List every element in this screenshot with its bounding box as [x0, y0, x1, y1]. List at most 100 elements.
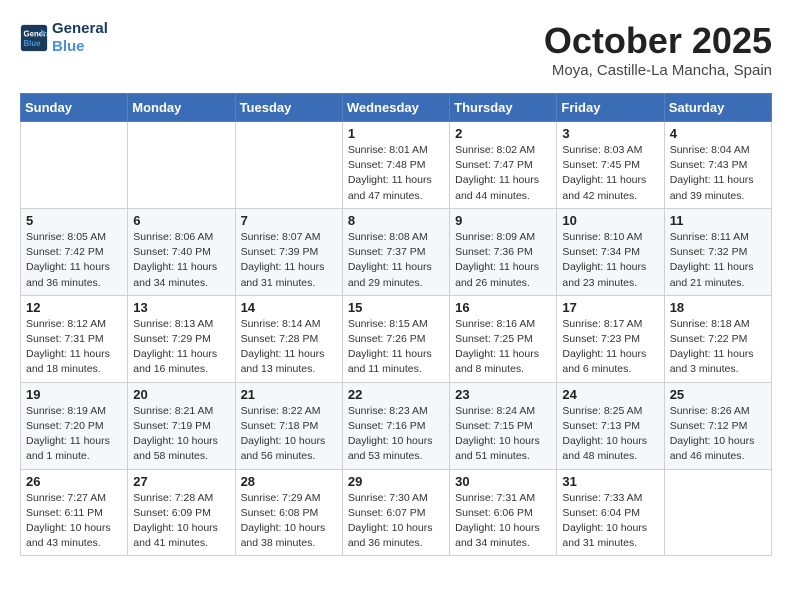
calendar-cell: 28 Sunrise: 7:29 AM Sunset: 6:08 PM Dayli…	[235, 469, 342, 556]
calendar-week-row: 26 Sunrise: 7:27 AM Sunset: 6:11 PM Dayli…	[21, 469, 772, 556]
calendar-cell: 16 Sunrise: 8:16 AM Sunset: 7:25 PM Dayli…	[450, 295, 557, 382]
day-info: Sunrise: 8:15 AM Sunset: 7:26 PM Dayligh…	[348, 317, 444, 378]
day-info: Sunrise: 8:26 AM Sunset: 7:12 PM Dayligh…	[670, 404, 766, 465]
day-number: 1	[348, 126, 444, 141]
calendar-week-row: 19 Sunrise: 8:19 AM Sunset: 7:20 PM Dayli…	[21, 382, 772, 469]
calendar-cell: 31 Sunrise: 7:33 AM Sunset: 6:04 PM Dayli…	[557, 469, 664, 556]
day-info: Sunrise: 8:03 AM Sunset: 7:45 PM Dayligh…	[562, 143, 658, 204]
day-number: 25	[670, 387, 766, 402]
month-title: October 2025	[544, 20, 772, 62]
day-number: 20	[133, 387, 229, 402]
calendar-cell: 1 Sunrise: 8:01 AM Sunset: 7:48 PM Daylig…	[342, 122, 449, 209]
calendar-cell: 30 Sunrise: 7:31 AM Sunset: 6:06 PM Dayli…	[450, 469, 557, 556]
day-number: 15	[348, 300, 444, 315]
day-info: Sunrise: 8:04 AM Sunset: 7:43 PM Dayligh…	[670, 143, 766, 204]
calendar-cell: 25 Sunrise: 8:26 AM Sunset: 7:12 PM Dayli…	[664, 382, 771, 469]
day-info: Sunrise: 8:06 AM Sunset: 7:40 PM Dayligh…	[133, 230, 229, 291]
day-number: 2	[455, 126, 551, 141]
day-number: 7	[241, 213, 337, 228]
day-info: Sunrise: 7:31 AM Sunset: 6:06 PM Dayligh…	[455, 491, 551, 552]
day-info: Sunrise: 7:33 AM Sunset: 6:04 PM Dayligh…	[562, 491, 658, 552]
day-number: 10	[562, 213, 658, 228]
calendar-week-row: 5 Sunrise: 8:05 AM Sunset: 7:42 PM Daylig…	[21, 208, 772, 295]
day-number: 9	[455, 213, 551, 228]
day-number: 12	[26, 300, 122, 315]
day-number: 26	[26, 474, 122, 489]
day-info: Sunrise: 8:18 AM Sunset: 7:22 PM Dayligh…	[670, 317, 766, 378]
day-number: 27	[133, 474, 229, 489]
calendar-cell: 27 Sunrise: 7:28 AM Sunset: 6:09 PM Dayli…	[128, 469, 235, 556]
calendar-cell: 20 Sunrise: 8:21 AM Sunset: 7:19 PM Dayli…	[128, 382, 235, 469]
day-number: 21	[241, 387, 337, 402]
calendar-cell	[21, 122, 128, 209]
day-info: Sunrise: 8:05 AM Sunset: 7:42 PM Dayligh…	[26, 230, 122, 291]
day-info: Sunrise: 7:28 AM Sunset: 6:09 PM Dayligh…	[133, 491, 229, 552]
day-info: Sunrise: 8:09 AM Sunset: 7:36 PM Dayligh…	[455, 230, 551, 291]
day-info: Sunrise: 7:27 AM Sunset: 6:11 PM Dayligh…	[26, 491, 122, 552]
calendar-cell: 3 Sunrise: 8:03 AM Sunset: 7:45 PM Daylig…	[557, 122, 664, 209]
calendar-cell: 4 Sunrise: 8:04 AM Sunset: 7:43 PM Daylig…	[664, 122, 771, 209]
day-number: 28	[241, 474, 337, 489]
day-number: 14	[241, 300, 337, 315]
day-info: Sunrise: 8:02 AM Sunset: 7:47 PM Dayligh…	[455, 143, 551, 204]
day-info: Sunrise: 8:19 AM Sunset: 7:20 PM Dayligh…	[26, 404, 122, 465]
day-number: 19	[26, 387, 122, 402]
calendar-table: SundayMondayTuesdayWednesdayThursdayFrid…	[20, 93, 772, 556]
day-number: 18	[670, 300, 766, 315]
day-info: Sunrise: 7:30 AM Sunset: 6:07 PM Dayligh…	[348, 491, 444, 552]
calendar-cell	[235, 122, 342, 209]
weekday-header: Thursday	[450, 94, 557, 122]
weekday-row: SundayMondayTuesdayWednesdayThursdayFrid…	[21, 94, 772, 122]
day-number: 29	[348, 474, 444, 489]
weekday-header: Friday	[557, 94, 664, 122]
day-number: 11	[670, 213, 766, 228]
calendar-cell: 26 Sunrise: 7:27 AM Sunset: 6:11 PM Dayli…	[21, 469, 128, 556]
page: General Blue General Blue October 2025 M…	[0, 0, 792, 566]
calendar-cell: 5 Sunrise: 8:05 AM Sunset: 7:42 PM Daylig…	[21, 208, 128, 295]
calendar-cell: 21 Sunrise: 8:22 AM Sunset: 7:18 PM Dayli…	[235, 382, 342, 469]
calendar-cell: 15 Sunrise: 8:15 AM Sunset: 7:26 PM Dayli…	[342, 295, 449, 382]
day-info: Sunrise: 8:22 AM Sunset: 7:18 PM Dayligh…	[241, 404, 337, 465]
day-number: 30	[455, 474, 551, 489]
calendar-cell: 17Sunrise: 8:17 AM Sunset: 7:23 PM Dayli…	[557, 295, 664, 382]
day-number: 31	[562, 474, 658, 489]
weekday-header: Wednesday	[342, 94, 449, 122]
day-info: Sunrise: 8:17 AM Sunset: 7:23 PM Dayligh…	[562, 317, 658, 378]
day-info: Sunrise: 8:10 AM Sunset: 7:34 PM Dayligh…	[562, 230, 658, 291]
day-info: Sunrise: 8:07 AM Sunset: 7:39 PM Dayligh…	[241, 230, 337, 291]
day-number: 4	[670, 126, 766, 141]
day-number: 24	[562, 387, 658, 402]
day-number: 6	[133, 213, 229, 228]
day-info: Sunrise: 8:14 AM Sunset: 7:28 PM Dayligh…	[241, 317, 337, 378]
calendar-cell	[128, 122, 235, 209]
day-info: Sunrise: 8:12 AM Sunset: 7:31 PM Dayligh…	[26, 317, 122, 378]
day-info: Sunrise: 8:11 AM Sunset: 7:32 PM Dayligh…	[670, 230, 766, 291]
day-info: Sunrise: 8:08 AM Sunset: 7:37 PM Dayligh…	[348, 230, 444, 291]
svg-text:Blue: Blue	[24, 39, 42, 48]
day-number: 16	[455, 300, 551, 315]
day-info: Sunrise: 8:25 AM Sunset: 7:13 PM Dayligh…	[562, 404, 658, 465]
calendar-cell: 18 Sunrise: 8:18 AM Sunset: 7:22 PM Dayli…	[664, 295, 771, 382]
day-info: Sunrise: 7:29 AM Sunset: 6:08 PM Dayligh…	[241, 491, 337, 552]
calendar-week-row: 12 Sunrise: 8:12 AM Sunset: 7:31 PM Dayli…	[21, 295, 772, 382]
day-info: Sunrise: 8:13 AM Sunset: 7:29 PM Dayligh…	[133, 317, 229, 378]
day-info: Sunrise: 8:23 AM Sunset: 7:16 PM Dayligh…	[348, 404, 444, 465]
day-number: 3	[562, 126, 658, 141]
subtitle: Moya, Castille-La Mancha, Spain	[544, 62, 772, 79]
logo-line2: Blue	[52, 38, 108, 56]
logo-icon: General Blue	[20, 24, 48, 52]
logo: General Blue General Blue	[20, 20, 108, 56]
calendar-cell: 13Sunrise: 8:13 AM Sunset: 7:29 PM Dayli…	[128, 295, 235, 382]
weekday-header: Tuesday	[235, 94, 342, 122]
calendar-cell: 24 Sunrise: 8:25 AM Sunset: 7:13 PM Dayli…	[557, 382, 664, 469]
calendar-cell: 2 Sunrise: 8:02 AM Sunset: 7:47 PM Daylig…	[450, 122, 557, 209]
day-info: Sunrise: 8:21 AM Sunset: 7:19 PM Dayligh…	[133, 404, 229, 465]
weekday-header: Saturday	[664, 94, 771, 122]
day-number: 22	[348, 387, 444, 402]
calendar-cell: 19 Sunrise: 8:19 AM Sunset: 7:20 PM Dayli…	[21, 382, 128, 469]
calendar-cell: 22 Sunrise: 8:23 AM Sunset: 7:16 PM Dayli…	[342, 382, 449, 469]
day-info: Sunrise: 8:16 AM Sunset: 7:25 PM Dayligh…	[455, 317, 551, 378]
day-number: 23	[455, 387, 551, 402]
day-info: Sunrise: 8:01 AM Sunset: 7:48 PM Dayligh…	[348, 143, 444, 204]
day-number: 5	[26, 213, 122, 228]
